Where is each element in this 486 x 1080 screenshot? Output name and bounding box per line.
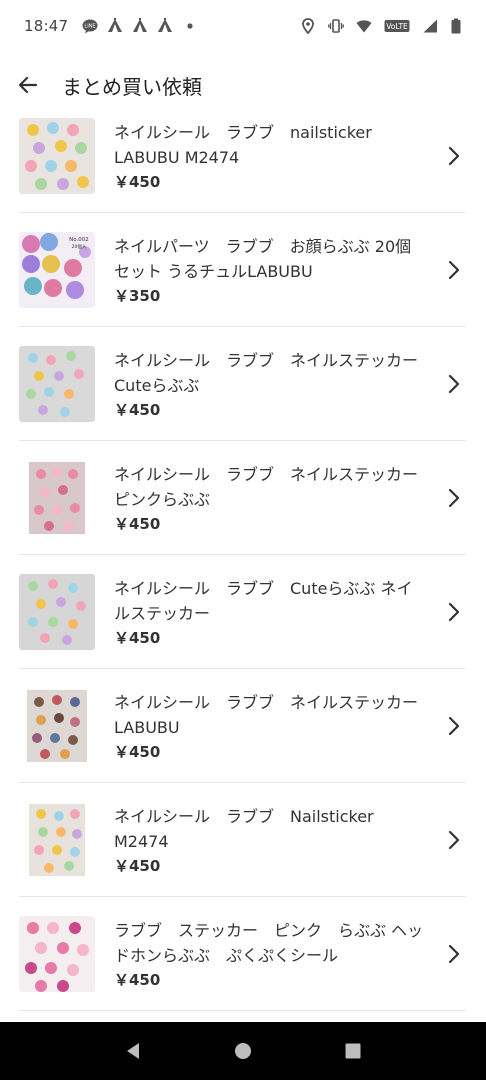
status-bar: 18:47 LINE VoLTE [0, 0, 486, 52]
volte-icon: VoLTE [384, 18, 410, 34]
system-navigation-bar [0, 1022, 486, 1080]
product-thumbnail [19, 118, 95, 194]
chevron-right-icon [446, 942, 462, 966]
product-thumbnail [19, 688, 95, 764]
line-icon: LINE [82, 18, 98, 34]
list-item[interactable]: No.002 20個入 ネイルパーツ ラブブ お顔らぶぶ 20個セット うるチュ… [0, 213, 486, 327]
product-price: ￥450 [114, 629, 161, 647]
signal-icon [422, 18, 438, 34]
product-title: ネイルシール ラブブ nailsticker LABUBU M2474 [114, 123, 372, 167]
product-price: ￥450 [114, 971, 161, 989]
product-thumbnail [19, 574, 95, 650]
product-title: ネイルパーツ ラブブ お顔らぶぶ 20個セット うるチュルLABUBU [114, 237, 412, 281]
back-button[interactable] [0, 57, 56, 113]
product-price: ￥450 [114, 743, 161, 761]
status-time: 18:47 [24, 17, 69, 35]
product-price: ￥450 [114, 401, 161, 419]
nav-back-icon[interactable] [122, 1040, 144, 1062]
svg-text:VoLTE: VoLTE [386, 22, 408, 31]
product-title: ラブブ ステッカー ピンク らぶぶ ヘッドホンらぶぶ ぷくぷくシール [114, 921, 424, 965]
svg-text:20個入: 20個入 [72, 243, 87, 250]
list-item[interactable]: ネイルシール ラブブ Nailsticker M2474 ￥450 [0, 783, 486, 897]
arrow-left-icon [16, 73, 40, 97]
chevron-right-icon [446, 144, 462, 168]
product-price: ￥450 [114, 515, 161, 533]
chevron-right-icon [446, 714, 462, 738]
tent-icon [132, 18, 148, 34]
nav-recents-icon[interactable] [342, 1040, 364, 1062]
product-title: ネイルシール ラブブ ネイルステッカー Cuteらぶぶ [114, 351, 435, 395]
chevron-right-icon [446, 828, 462, 852]
product-list[interactable]: ネイルシール ラブブ nailsticker LABUBU M2474 ￥450… [0, 118, 486, 1022]
location-icon [300, 18, 316, 34]
status-notification-icons: LINE [82, 18, 198, 34]
list-item[interactable]: ネイルシール ラブブ ネイルステッカー LABUBU ￥450 [0, 669, 486, 783]
page-title: まとめ買い依頼 [62, 74, 202, 99]
dot-icon [182, 18, 198, 34]
battery-icon [450, 18, 462, 34]
product-thumbnail: No.002 20個入 [19, 232, 95, 308]
product-price: ￥450 [114, 173, 161, 191]
product-title: ネイルシール ラブブ Nailsticker M2474 [114, 807, 374, 851]
list-item[interactable]: ラブブ ステッカー ピンク らぶぶ ヘッドホンらぶぶ ぷくぷくシール ￥450 [0, 897, 486, 1011]
product-thumbnail [19, 460, 95, 536]
product-price: ￥450 [114, 857, 161, 875]
status-system-icons: VoLTE [300, 18, 462, 34]
list-item[interactable]: ネイルシール ラブブ ネイルステッカー Cuteらぶぶ ￥450 [0, 327, 486, 441]
product-price: ￥350 [114, 287, 161, 305]
product-title: ネイルシール ラブブ ネイルステッカー LABUBU [114, 693, 419, 737]
vibrate-icon [328, 18, 344, 34]
nav-home-icon[interactable] [232, 1040, 254, 1062]
list-item[interactable]: ネイルシール ラブブ nailsticker LABUBU M2474 ￥450 [0, 118, 486, 213]
product-thumbnail [19, 802, 95, 878]
chevron-right-icon [446, 372, 462, 396]
app-bar: まとめ買い依頼 [0, 52, 486, 118]
chevron-right-icon [446, 486, 462, 510]
product-title: ネイルシール ラブブ ネイルステッカー ピンクらぶぶ [114, 465, 435, 509]
list-item[interactable]: ネイルシール ラブブ ネイルステッカー ピンクらぶぶ ￥450 [0, 441, 486, 555]
svg-text:No.002: No.002 [69, 237, 89, 243]
tent-icon [157, 18, 173, 34]
product-thumbnail [19, 916, 95, 992]
wifi-icon [356, 18, 372, 34]
product-thumbnail [19, 346, 95, 422]
tent-icon [107, 18, 123, 34]
chevron-right-icon [446, 258, 462, 282]
chevron-right-icon [446, 600, 462, 624]
list-item[interactable]: ネイルシール ラブブ Cuteらぶぶ ネイルステッカー ￥450 [0, 555, 486, 669]
product-title: ネイルシール ラブブ Cuteらぶぶ ネイルステッカー [114, 579, 413, 623]
svg-text:LINE: LINE [85, 24, 96, 30]
